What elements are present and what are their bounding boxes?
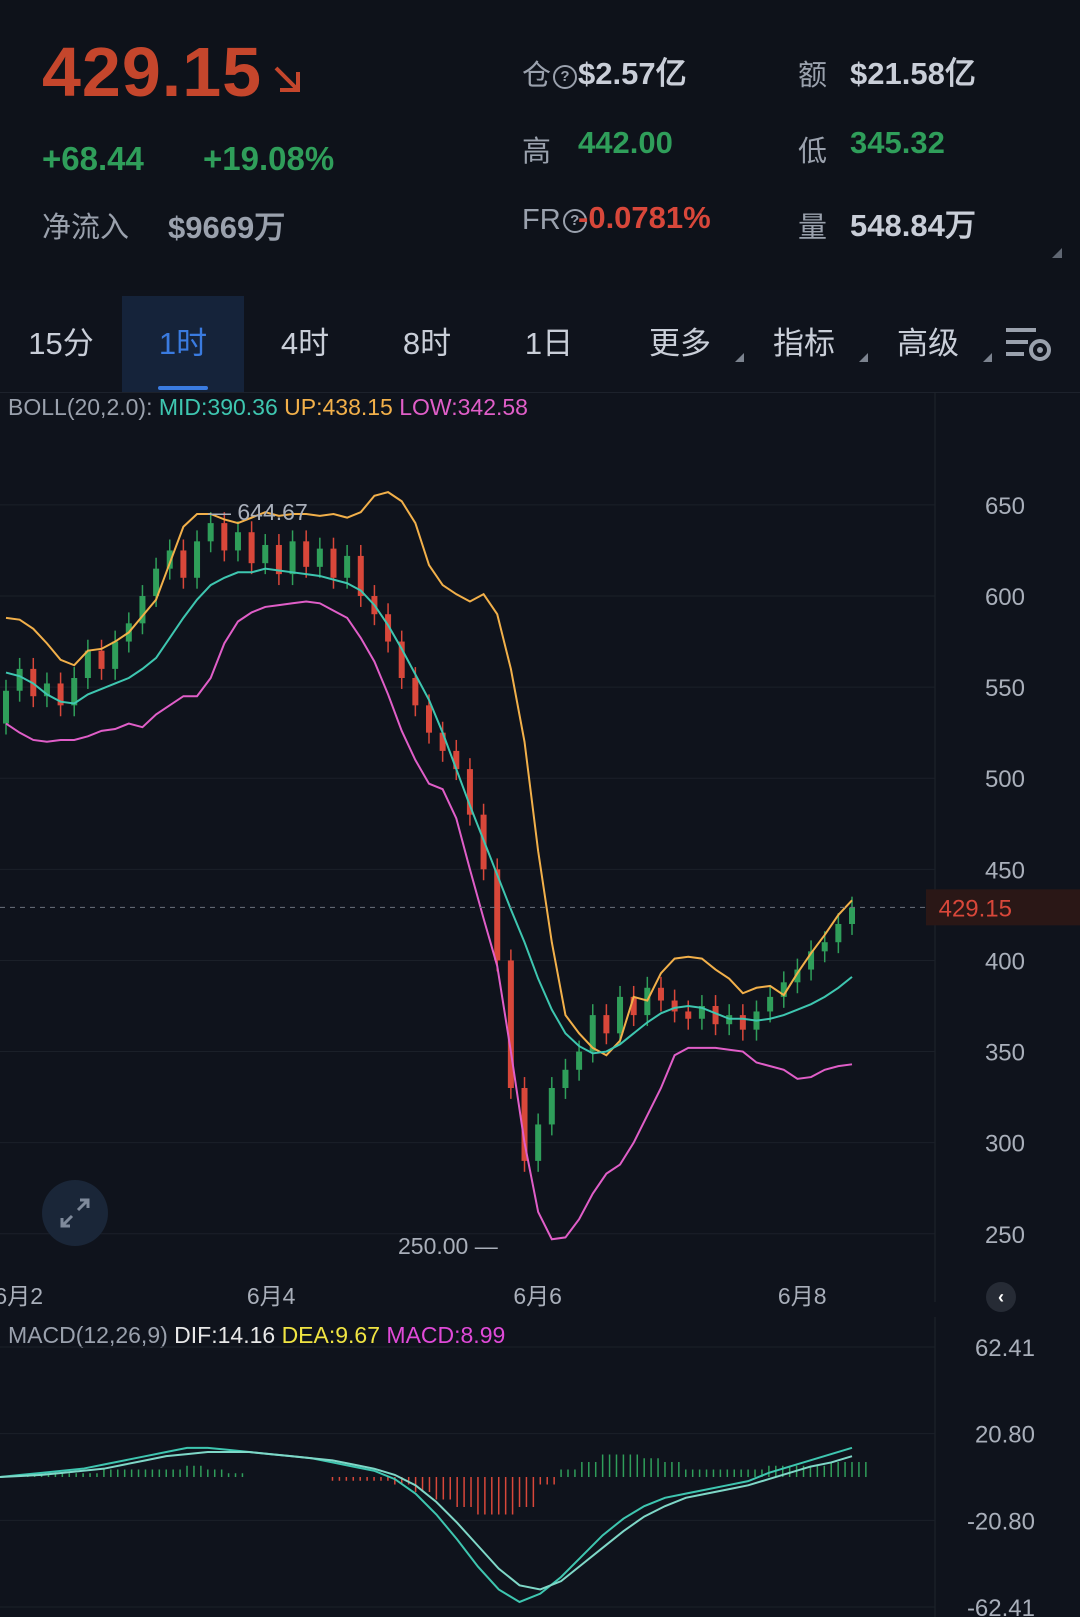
- y-tick-label: -20.80: [967, 1508, 1035, 1535]
- x-tick-label: 6月8: [778, 1283, 827, 1309]
- volume-label: 量: [798, 212, 828, 244]
- candle-body: [494, 869, 501, 961]
- candle-body: [262, 544, 269, 564]
- candle-body: [180, 550, 187, 578]
- expand-chart-button[interactable]: [42, 1180, 108, 1246]
- tab-4h[interactable]: 4时: [244, 296, 366, 392]
- candle-body: [412, 678, 419, 706]
- y-tick-label: 600: [985, 584, 1025, 611]
- y-tick-label: 450: [985, 857, 1025, 884]
- candle-body: [426, 705, 432, 733]
- interval-tabs: 15分 1时 4时 8时 1日 更多 指标 高级: [0, 296, 1080, 393]
- candle-body: [657, 987, 664, 1001]
- candle-body: [617, 996, 624, 1034]
- chart-settings-icon[interactable]: [1004, 322, 1054, 366]
- macd-chart[interactable]: 62.41 20.80 -20.80 -62.41: [0, 1317, 1080, 1617]
- x-tick-label: 6月6: [513, 1283, 562, 1309]
- candle-body: [303, 541, 310, 567]
- candle-body: [248, 532, 255, 564]
- candle-body: [562, 1069, 569, 1088]
- netflow-value: $9669万: [168, 210, 286, 245]
- boll-mid-line: [5, 567, 853, 1055]
- turnover-label: 额: [798, 60, 828, 92]
- tab-1d[interactable]: 1日: [488, 296, 610, 392]
- y-tick-label: 400: [985, 948, 1025, 975]
- high-label: 高: [522, 136, 552, 168]
- candle-body: [84, 650, 91, 678]
- tab-more[interactable]: 更多: [630, 296, 744, 392]
- y-tick-label: 500: [985, 766, 1025, 793]
- candle-body: [112, 641, 119, 669]
- min-price-marker: 250.00 —: [398, 1233, 498, 1259]
- y-tick-label: -62.41: [967, 1595, 1035, 1617]
- funding-rate-value: -0.0781%: [578, 200, 711, 235]
- down-arrow-icon: [274, 66, 300, 92]
- low-value: 345.32: [850, 125, 945, 160]
- candle-body: [207, 523, 214, 542]
- y-tick-label: 300: [985, 1131, 1025, 1158]
- candle-body: [821, 942, 828, 952]
- ticker-header: 429.15 +68.44 +19.08% 净流入 $9669万 仓? $2.5…: [0, 0, 1080, 290]
- tab-1h[interactable]: 1时: [122, 296, 244, 392]
- oi-label-text: 仓: [522, 60, 552, 92]
- low-label: 低: [798, 136, 828, 168]
- candle-body: [603, 1015, 610, 1034]
- change-percent: +19.08%: [203, 140, 335, 177]
- candle-body: [289, 541, 296, 575]
- change-absolute: +68.44: [42, 140, 144, 177]
- x-tick-label: 6月4: [247, 1283, 296, 1309]
- open-interest-label[interactable]: 仓?: [522, 52, 579, 94]
- candle-body: [739, 1015, 746, 1030]
- candle-body: [330, 548, 337, 578]
- tab-advanced[interactable]: 高级: [878, 296, 992, 392]
- candle-body: [671, 1000, 678, 1012]
- volume-value: 548.84万: [850, 208, 976, 243]
- turnover-value: $21.58亿: [850, 56, 976, 91]
- y-tick-label: 20.80: [975, 1422, 1035, 1449]
- expand-icon: [60, 1198, 90, 1228]
- candle-body: [98, 650, 105, 669]
- y-tick-label: 550: [985, 675, 1025, 702]
- candle-body: [234, 532, 241, 551]
- y-tick-label: 650: [985, 493, 1025, 520]
- candle-body: [535, 1124, 542, 1161]
- scroll-to-latest-button[interactable]: ‹: [986, 1282, 1016, 1312]
- current-price-label: 429.15: [939, 895, 1012, 922]
- candle-body: [3, 690, 9, 724]
- y-tick-label: 350: [985, 1040, 1025, 1067]
- boll-up-line: [5, 491, 853, 1057]
- netflow-label: 净流入: [42, 212, 130, 244]
- candle-body: [835, 924, 842, 943]
- candle-body: [344, 555, 351, 578]
- y-tick-label: 62.41: [975, 1335, 1035, 1362]
- last-price: 429.15: [42, 33, 263, 111]
- candle-body: [849, 907, 855, 924]
- y-tick-label: 250: [985, 1222, 1025, 1249]
- candle-body: [685, 1011, 692, 1019]
- tab-indicators[interactable]: 指标: [754, 296, 868, 392]
- candle-body: [767, 996, 774, 1012]
- candle-body: [548, 1088, 555, 1125]
- expand-corner-icon[interactable]: [1052, 248, 1062, 258]
- dif-line: [0, 1446, 853, 1604]
- tab-8h[interactable]: 8时: [366, 296, 488, 392]
- candle-body: [221, 523, 228, 551]
- tab-15m[interactable]: 15分: [0, 296, 122, 392]
- x-tick-label: 6月2: [0, 1283, 43, 1309]
- question-icon[interactable]: ?: [553, 65, 578, 90]
- high-value: 442.00: [578, 125, 673, 160]
- candle-body: [194, 541, 201, 578]
- candle-body: [16, 668, 23, 691]
- open-interest-value: $2.57亿: [578, 56, 687, 91]
- candle-body: [576, 1051, 583, 1070]
- fr-label-text: FR: [522, 204, 561, 236]
- price-chart[interactable]: 650 600 550 500 450 400 350 300 250 6月2 6月4 6月6 6月8 4…: [0, 392, 1080, 1317]
- candle-body: [316, 548, 323, 567]
- max-price-marker: — 644.67: [208, 499, 308, 525]
